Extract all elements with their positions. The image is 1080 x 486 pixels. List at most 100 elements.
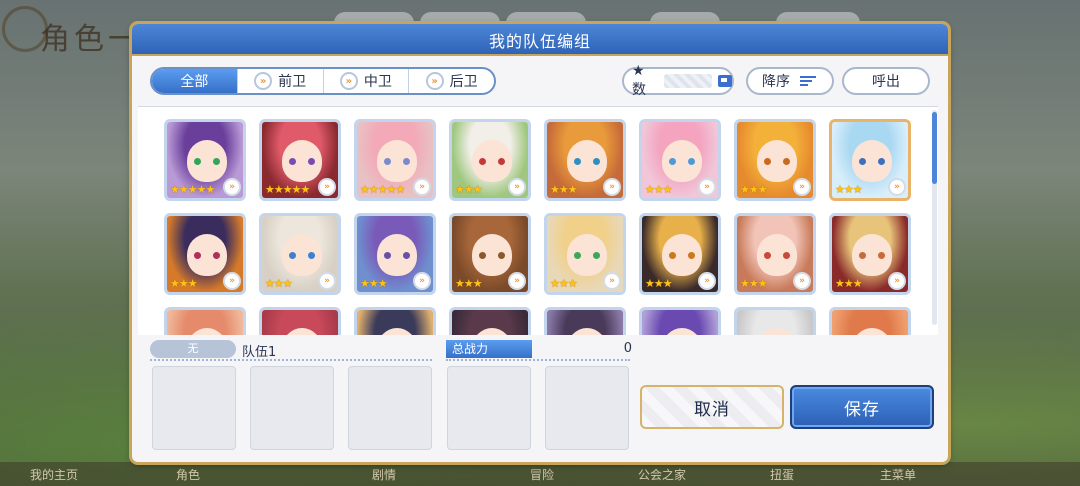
character-card[interactable] xyxy=(829,307,911,335)
character-eyes xyxy=(859,252,885,259)
character-card[interactable] xyxy=(734,307,816,335)
tab-label: 后卫 xyxy=(449,74,478,90)
sort-star-fill xyxy=(664,74,713,88)
team-slot-2[interactable] xyxy=(250,366,334,450)
character-card[interactable]: ★★★ » xyxy=(639,119,721,201)
character-card[interactable]: ★★★ » xyxy=(829,213,911,295)
character-card[interactable]: ★★★ » xyxy=(449,213,531,295)
sort-lines-icon xyxy=(800,76,816,86)
character-card[interactable]: ★★★★★ » xyxy=(354,119,436,201)
character-card[interactable]: ★★★ » xyxy=(544,119,626,201)
position-badge-icon: » xyxy=(603,272,621,290)
position-badge-icon: » xyxy=(223,272,241,290)
character-card[interactable] xyxy=(164,307,246,335)
position-badge-icon: » xyxy=(223,178,241,196)
dialog-header: 我的队伍编组 xyxy=(132,24,948,56)
team-slot-4[interactable] xyxy=(447,366,531,450)
character-eyes xyxy=(194,252,220,259)
background-nav-item: 公会之家 xyxy=(638,468,687,482)
character-eyes xyxy=(289,158,315,165)
star-rating-icon: ★★★ xyxy=(740,183,768,196)
star-rating-icon: ★★★ xyxy=(835,277,863,290)
character-card[interactable]: ★★★ » xyxy=(544,213,626,295)
character-eyes xyxy=(669,252,695,259)
position-badge-icon: » xyxy=(888,178,906,196)
character-eyes xyxy=(384,252,410,259)
position-badge-icon: » xyxy=(698,272,716,290)
position-filter-tabs: 全部 » 前卫 » 中卫 » 后卫 xyxy=(150,67,496,95)
character-card[interactable]: ★★★ » xyxy=(259,213,341,295)
background-nav-item: 冒险 xyxy=(530,468,555,482)
star-rating-icon: ★★★ xyxy=(740,277,768,290)
window-icon xyxy=(718,75,732,87)
background-nav-item: 剧情 xyxy=(372,468,397,482)
tab-2[interactable]: » 中卫 xyxy=(322,69,409,93)
character-card[interactable] xyxy=(354,307,436,335)
background-nav-item: 我的主页 xyxy=(30,468,79,482)
sort-star-button[interactable]: ★数 xyxy=(622,63,734,98)
grid-scroll-thumb[interactable] xyxy=(932,112,937,184)
star-rating-icon: ★★★ xyxy=(455,277,483,290)
character-card[interactable] xyxy=(544,307,626,335)
star-rating-icon: ★★★ xyxy=(550,183,578,196)
position-badge-icon: » xyxy=(508,272,526,290)
character-eyes xyxy=(479,252,505,259)
chevron-icon: » xyxy=(425,72,444,90)
position-badge-icon: » xyxy=(508,178,526,196)
character-eyes xyxy=(859,158,885,165)
background-nav-item: 主菜单 xyxy=(880,468,917,482)
star-rating-icon: ★★★ xyxy=(550,277,578,290)
character-card[interactable]: ★★★ » xyxy=(829,119,911,201)
character-grid: ★★★★★» ★★★★★» ★★★★★» ★★★» ★★★» ★★★» ★★★» ★★★» ★★… xyxy=(138,106,938,335)
character-card[interactable]: ★★★ » xyxy=(734,213,816,295)
character-card[interactable]: ★★★ » xyxy=(449,119,531,201)
star-rating-icon: ★★★ xyxy=(265,277,293,290)
tab-3[interactable]: » 后卫 xyxy=(408,69,494,93)
position-badge-icon: » xyxy=(793,272,811,290)
tab-0[interactable]: 全部 xyxy=(152,69,237,93)
team-name: 队伍1 xyxy=(242,345,277,360)
character-eyes xyxy=(194,158,220,165)
character-card[interactable]: ★★★ » xyxy=(164,213,246,295)
tab-label: 全部 xyxy=(180,74,209,90)
character-eyes xyxy=(764,158,790,165)
position-badge-icon: » xyxy=(318,272,336,290)
save-button[interactable]: 保存 xyxy=(790,385,934,429)
divider xyxy=(150,359,432,361)
star-rating-icon: ★★★ xyxy=(645,277,673,290)
position-badge-icon: » xyxy=(413,272,431,290)
character-card[interactable] xyxy=(449,307,531,335)
character-eyes xyxy=(764,252,790,259)
team-slot-5[interactable] xyxy=(545,366,629,450)
tab-label: 中卫 xyxy=(363,74,392,90)
sort-order-button[interactable]: 降序 xyxy=(746,67,834,95)
team-slot-1[interactable] xyxy=(152,366,236,450)
background-nav-item: 扭蛋 xyxy=(770,468,795,482)
call-button[interactable]: 呼出 xyxy=(842,67,930,95)
star-rating-icon: ★★★ xyxy=(170,277,198,290)
tab-1[interactable]: » 前卫 xyxy=(236,69,323,93)
position-badge-icon: » xyxy=(603,178,621,196)
character-eyes xyxy=(289,252,315,259)
character-card[interactable] xyxy=(259,307,341,335)
star-rating-icon: ★★★ xyxy=(835,183,863,196)
character-card[interactable]: ★★★★★ » xyxy=(259,119,341,201)
total-power-label: 总战力 xyxy=(446,340,532,358)
character-eyes xyxy=(669,158,695,165)
character-card[interactable]: ★★★ » xyxy=(734,119,816,201)
character-eyes xyxy=(479,158,505,165)
character-card[interactable] xyxy=(639,307,721,335)
character-eyes xyxy=(574,252,600,259)
character-card[interactable]: ★★★ » xyxy=(354,213,436,295)
position-badge-icon: » xyxy=(888,272,906,290)
character-card[interactable]: ★★★★★ » xyxy=(164,119,246,201)
team-slot-3[interactable] xyxy=(348,366,432,450)
star-rating-icon: ★★★★★ xyxy=(265,183,310,196)
star-rating-icon: ★★★ xyxy=(455,183,483,196)
position-badge-icon: » xyxy=(698,178,716,196)
dialog-title: 我的队伍编组 xyxy=(488,32,591,51)
character-card[interactable]: ★★★ » xyxy=(639,213,721,295)
sort-star-label: ★数 xyxy=(632,63,646,98)
cancel-button[interactable]: 取消 xyxy=(640,385,784,429)
position-badge-icon: » xyxy=(318,178,336,196)
